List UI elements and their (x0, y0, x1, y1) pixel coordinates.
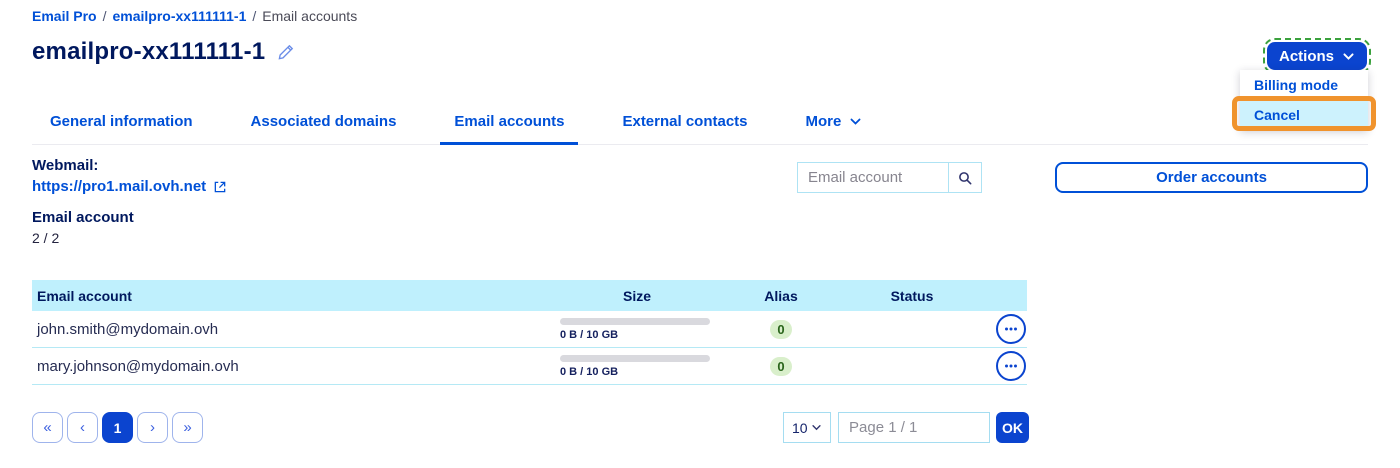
email-cell: mary.johnson@mydomain.ovh (37, 357, 239, 375)
size-cell: 0 B / 10 GB (542, 317, 732, 341)
table-row: john.smith@mydomain.ovh 0 B / 10 GB 0 (32, 311, 1027, 348)
breadcrumb-separator: / (102, 8, 107, 24)
column-header-status: Status (890, 287, 934, 304)
page-title: emailpro-xx111111-1 (32, 38, 266, 65)
ellipsis-icon (1004, 364, 1017, 368)
page-size-value: 10 (792, 419, 808, 436)
pagination-prev-button[interactable]: ‹ (67, 412, 98, 443)
tab-email-accounts[interactable]: Email accounts (440, 113, 579, 145)
column-header-alias: Alias (764, 287, 798, 304)
tab-associated-domains[interactable]: Associated domains (237, 113, 411, 145)
email-accounts-table: Email account Size Alias Status john.smi… (32, 280, 1027, 385)
table-row: mary.johnson@mydomain.ovh 0 B / 10 GB 0 (32, 348, 1027, 385)
table-header-row: Email account Size Alias Status (32, 280, 1027, 311)
quota-progress-bar (560, 354, 710, 362)
alias-count-badge: 0 (770, 356, 792, 376)
tab-more[interactable]: More (792, 113, 877, 145)
alias-cell: 0 (732, 356, 830, 376)
breadcrumb-email-pro[interactable]: Email Pro (32, 8, 97, 24)
chevron-down-icon (1343, 52, 1354, 60)
tab-general-information[interactable]: General information (36, 113, 207, 145)
quota-progress-bar (560, 317, 710, 325)
page-number-input[interactable] (838, 412, 990, 443)
quota-label: 0 B / 10 GB (560, 328, 619, 341)
email-pro-page: Email Pro / emailpro-xx111111-1 / Email … (0, 0, 1400, 468)
column-header-size: Size (622, 287, 651, 304)
email-cell: john.smith@mydomain.ovh (37, 320, 219, 338)
chevron-down-icon (850, 118, 861, 125)
tab-external-contacts[interactable]: External contacts (608, 113, 761, 145)
search-button[interactable] (948, 162, 982, 193)
email-account-label: Email account (32, 209, 134, 226)
pagination-page-1-button[interactable]: 1 (102, 412, 133, 443)
actions-menu: Billing mode Cancel (1240, 70, 1368, 130)
ellipsis-icon (1004, 327, 1017, 331)
title-row: emailpro-xx111111-1 (32, 38, 295, 66)
row-actions-cell (994, 351, 1027, 381)
service-summary: Webmail: https://pro1.mail.ovh.net Email… (32, 157, 227, 246)
search-input[interactable] (797, 162, 948, 193)
breadcrumb-separator: / (252, 8, 257, 24)
webmail-label: Webmail: (32, 157, 99, 174)
quota-label: 0 B / 10 GB (560, 365, 619, 378)
webmail-url: https://pro1.mail.ovh.net (32, 178, 207, 195)
alias-count-badge: 0 (770, 319, 792, 339)
pagination-first-button[interactable]: « (32, 412, 63, 443)
menu-item-billing-mode[interactable]: Billing mode (1240, 70, 1368, 100)
row-actions-button[interactable] (995, 351, 1026, 381)
menu-item-cancel[interactable]: Cancel (1240, 100, 1368, 130)
pagination-last-button[interactable]: » (172, 412, 203, 443)
search-icon (959, 171, 972, 184)
pagination: « ‹ 1 › » (32, 412, 203, 443)
actions-button[interactable]: Actions (1262, 38, 1372, 74)
row-actions-cell (994, 314, 1027, 344)
breadcrumb-current: Email accounts (262, 8, 358, 24)
breadcrumb-service[interactable]: emailpro-xx111111-1 (112, 8, 246, 24)
tab-more-label: More (805, 113, 842, 130)
search-bar (797, 162, 982, 193)
actions-button-label: Actions (1278, 47, 1334, 65)
pagination-controls: 10 OK (783, 412, 1029, 443)
tab-bar: General information Associated domains E… (32, 113, 1368, 145)
column-header-email: Email account (37, 287, 132, 304)
chevron-down-icon (812, 425, 821, 431)
edit-pencil-icon[interactable] (277, 43, 295, 61)
pagination-next-button[interactable]: › (137, 412, 168, 443)
breadcrumb: Email Pro / emailpro-xx111111-1 / Email … (32, 8, 357, 24)
row-actions-button[interactable] (995, 314, 1026, 344)
alias-cell: 0 (732, 319, 830, 339)
size-cell: 0 B / 10 GB (542, 354, 732, 378)
email-account-count: 2 / 2 (32, 230, 60, 246)
external-link-icon (214, 181, 226, 192)
page-size-select[interactable]: 10 (783, 412, 831, 443)
webmail-link[interactable]: https://pro1.mail.ovh.net (32, 178, 227, 195)
order-accounts-button[interactable]: Order accounts (1055, 162, 1368, 193)
pagination-ok-button[interactable]: OK (996, 412, 1029, 443)
